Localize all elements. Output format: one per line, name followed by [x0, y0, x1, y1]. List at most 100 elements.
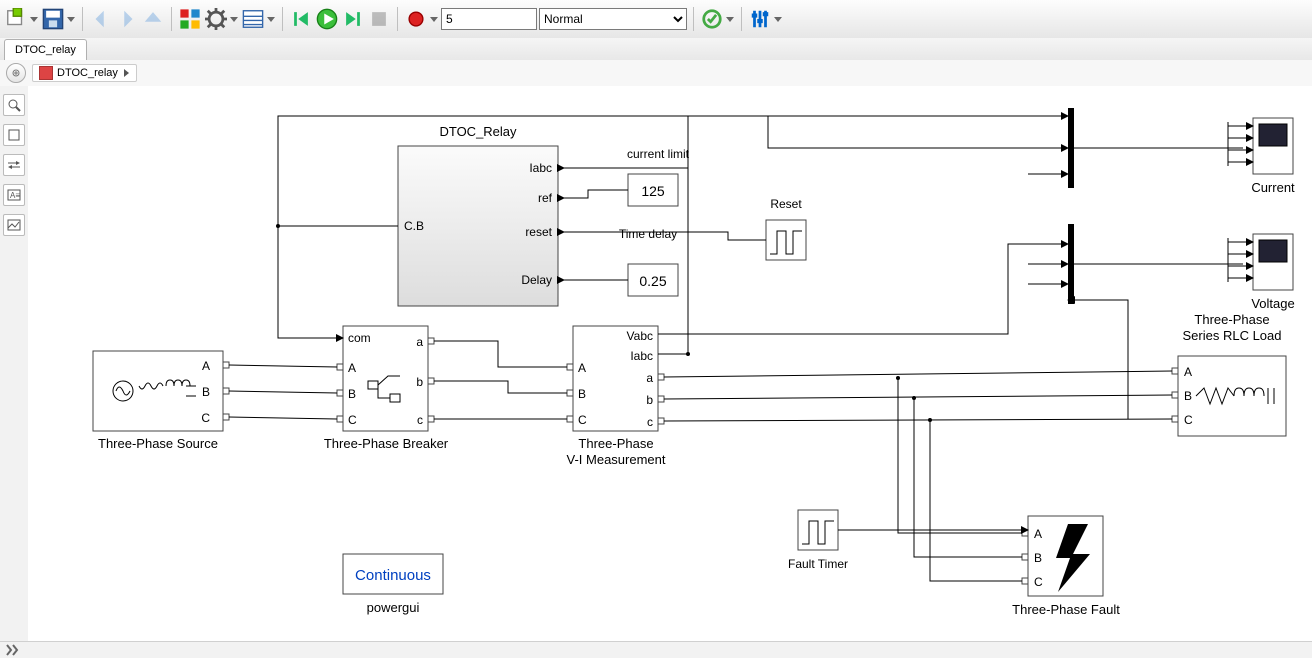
- tuning-button[interactable]: [748, 7, 772, 31]
- block-three-phase-fault[interactable]: A B C Three-Phase Fault: [1012, 516, 1120, 617]
- model-explorer-dd[interactable]: [241, 7, 276, 31]
- block-dtoc-relay[interactable]: DTOC_Relay C.B Iabc ref reset Delay: [398, 124, 558, 306]
- svg-text:B: B: [202, 385, 210, 399]
- new-model-dd[interactable]: [4, 7, 39, 31]
- block-vi-measurement[interactable]: A B C Vabc Iabc a b c Three-Phase V-I Me…: [567, 326, 666, 467]
- main-toolbar: Normal: [0, 0, 1312, 39]
- simulation-mode-select[interactable]: Normal: [539, 8, 687, 30]
- record-dd-arrow[interactable]: [429, 8, 439, 30]
- block-time-delay[interactable]: 0.25 Time delay: [619, 227, 678, 296]
- image-button[interactable]: [3, 214, 25, 236]
- block-scope-current[interactable]: Current: [1251, 118, 1295, 195]
- block-scope-voltage[interactable]: Voltage: [1251, 234, 1294, 311]
- save-button[interactable]: [41, 7, 65, 31]
- svg-text:b: b: [416, 375, 423, 389]
- toggle-sample-time-button[interactable]: [3, 154, 25, 176]
- step-forward-button[interactable]: [341, 7, 365, 31]
- mux-voltage[interactable]: [1068, 224, 1074, 304]
- new-model-button[interactable]: [4, 7, 28, 31]
- library-browser-button[interactable]: [178, 7, 202, 31]
- config-dd[interactable]: [204, 7, 239, 31]
- stop-button[interactable]: [367, 7, 391, 31]
- mux-current[interactable]: [1068, 108, 1074, 188]
- svg-text:Three-Phase: Three-Phase: [1194, 312, 1269, 327]
- svg-text:reset: reset: [525, 225, 552, 239]
- svg-text:c: c: [417, 413, 423, 427]
- chevron-right-icon: [122, 68, 130, 78]
- block-three-phase-breaker[interactable]: com A B C a b c Three-Phase Breaker: [324, 326, 449, 451]
- bus-selector-voltage[interactable]: [1074, 238, 1253, 282]
- svg-text:A: A: [578, 361, 586, 375]
- nav-up-button[interactable]: [141, 7, 165, 31]
- svg-text:C: C: [348, 413, 357, 427]
- svg-text:com: com: [348, 331, 371, 345]
- svg-text:Three-Phase Fault: Three-Phase Fault: [1012, 602, 1120, 617]
- svg-text:Current: Current: [1251, 180, 1295, 195]
- build-button[interactable]: [700, 7, 724, 31]
- save-dd-arrow[interactable]: [66, 8, 76, 30]
- svg-text:B: B: [1184, 389, 1192, 403]
- config-dd-arrow[interactable]: [229, 8, 239, 30]
- toolbar-sep-4: [397, 7, 398, 31]
- explorer-bar: DTOC_relay: [0, 60, 1312, 87]
- block-fault-timer[interactable]: Fault Timer: [788, 510, 848, 571]
- svg-text:B: B: [578, 387, 586, 401]
- block-three-phase-source[interactable]: A B C Three-Phase Source: [93, 351, 229, 451]
- svg-text:c: c: [647, 415, 653, 429]
- bus-selector-current[interactable]: [1074, 122, 1253, 166]
- svg-text:C: C: [201, 411, 210, 425]
- svg-text:A: A: [1034, 527, 1042, 541]
- run-button[interactable]: [315, 7, 339, 31]
- model-explorer-dd-arrow[interactable]: [266, 8, 276, 30]
- svg-text:Time delay: Time delay: [619, 227, 677, 241]
- tuning-dd-arrow[interactable]: [773, 8, 783, 30]
- model-browser-toggle[interactable]: [6, 63, 26, 83]
- tuning-dd[interactable]: [748, 7, 783, 31]
- nav-forward-button[interactable]: [115, 7, 139, 31]
- model-tab-bar: DTOC_relay: [0, 38, 1312, 61]
- nav-back-button[interactable]: [89, 7, 113, 31]
- model-config-button[interactable]: [204, 7, 228, 31]
- annotation-button[interactable]: A≡: [3, 184, 25, 206]
- step-back-button[interactable]: [289, 7, 313, 31]
- fit-to-view-button[interactable]: [3, 124, 25, 146]
- toolbar-sep-1: [82, 7, 83, 31]
- block-current-limit[interactable]: 125 current limit: [627, 147, 690, 206]
- svg-text:Fault Timer: Fault Timer: [788, 557, 848, 571]
- svg-text:125: 125: [641, 183, 665, 199]
- svg-text:powergui: powergui: [367, 600, 420, 615]
- svg-text:Three-Phase: Three-Phase: [578, 436, 653, 451]
- stop-time-input[interactable]: [441, 8, 537, 30]
- breadcrumb[interactable]: DTOC_relay: [32, 64, 137, 82]
- svg-text:Voltage: Voltage: [1251, 296, 1294, 311]
- svg-text:Continuous: Continuous: [355, 567, 431, 584]
- model-canvas[interactable]: A B C Three-Phase Source com A B C a b c…: [28, 86, 1312, 642]
- build-dd[interactable]: [700, 7, 735, 31]
- block-rlc-load[interactable]: A B C Three-Phase Series RLC Load: [1172, 312, 1286, 436]
- model-tab[interactable]: DTOC_relay: [4, 39, 87, 60]
- block-reset[interactable]: Reset: [766, 197, 806, 260]
- save-dd[interactable]: [41, 7, 76, 31]
- new-model-dd-arrow[interactable]: [29, 8, 39, 30]
- svg-text:A: A: [202, 359, 210, 373]
- dtoc-relay-label: DTOC_Relay: [439, 124, 517, 139]
- svg-text:0.25: 0.25: [639, 273, 666, 289]
- record-button[interactable]: [404, 7, 428, 31]
- svg-text:C: C: [1184, 413, 1193, 427]
- three-phase-source-label: Three-Phase Source: [98, 436, 218, 451]
- svg-text:a: a: [416, 335, 423, 349]
- expand-chevrons-icon[interactable]: [6, 644, 20, 656]
- svg-text:ref: ref: [538, 191, 553, 205]
- record-dd[interactable]: [404, 7, 439, 31]
- svg-text:C: C: [1034, 575, 1043, 589]
- model-explorer-button[interactable]: [241, 7, 265, 31]
- breadcrumb-model: DTOC_relay: [57, 67, 118, 79]
- build-dd-arrow[interactable]: [725, 8, 735, 30]
- canvas-palette: A≡: [0, 86, 29, 642]
- zoom-button[interactable]: [3, 94, 25, 116]
- block-powergui[interactable]: Continuous powergui: [343, 554, 443, 615]
- svg-text:A≡: A≡: [10, 191, 20, 200]
- toolbar-sep-2: [171, 7, 172, 31]
- svg-text:Iabc: Iabc: [529, 161, 552, 175]
- svg-text:B: B: [1034, 551, 1042, 565]
